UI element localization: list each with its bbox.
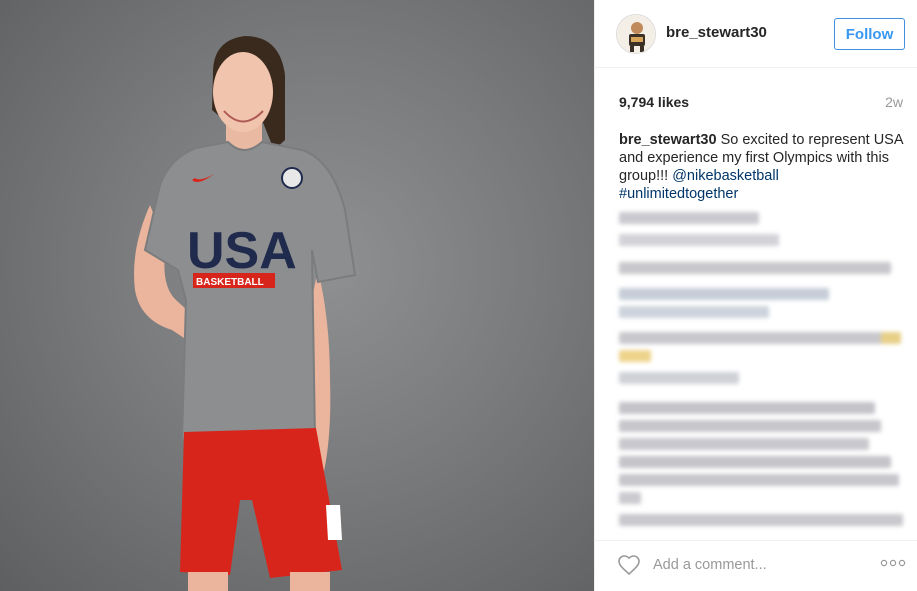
shirt-basketball-text: BASKETBALL xyxy=(196,277,264,288)
shirt-usa-text: USA xyxy=(187,222,297,280)
post-details-panel: bre_stewart30 Follow 9,794 likes 2w bre_… xyxy=(594,0,917,591)
add-comment-input[interactable] xyxy=(653,551,863,579)
heart-icon[interactable] xyxy=(617,553,641,577)
likes-count[interactable]: 9,794 likes xyxy=(619,94,689,110)
caption-mention[interactable]: @nikebasketball xyxy=(672,168,779,184)
caption-hashtag[interactable]: #unlimitedtogether xyxy=(619,186,738,202)
avatar[interactable] xyxy=(616,14,656,54)
avatar-image xyxy=(617,15,655,53)
more-options-icon[interactable] xyxy=(880,553,906,573)
caption-username[interactable]: bre_stewart30 xyxy=(619,132,717,148)
post-header: bre_stewart30 Follow xyxy=(595,0,917,68)
post-username[interactable]: bre_stewart30 xyxy=(666,24,767,41)
blurred-comments xyxy=(619,208,909,538)
comment-bar xyxy=(595,540,917,591)
post-photo: USA BASKETBALL xyxy=(0,0,594,591)
athlete-photo: USA BASKETBALL xyxy=(134,36,357,591)
post-age[interactable]: 2w xyxy=(885,94,903,110)
follow-button[interactable]: Follow xyxy=(834,18,905,50)
post-caption: bre_stewart30 So excited to represent US… xyxy=(619,131,909,203)
